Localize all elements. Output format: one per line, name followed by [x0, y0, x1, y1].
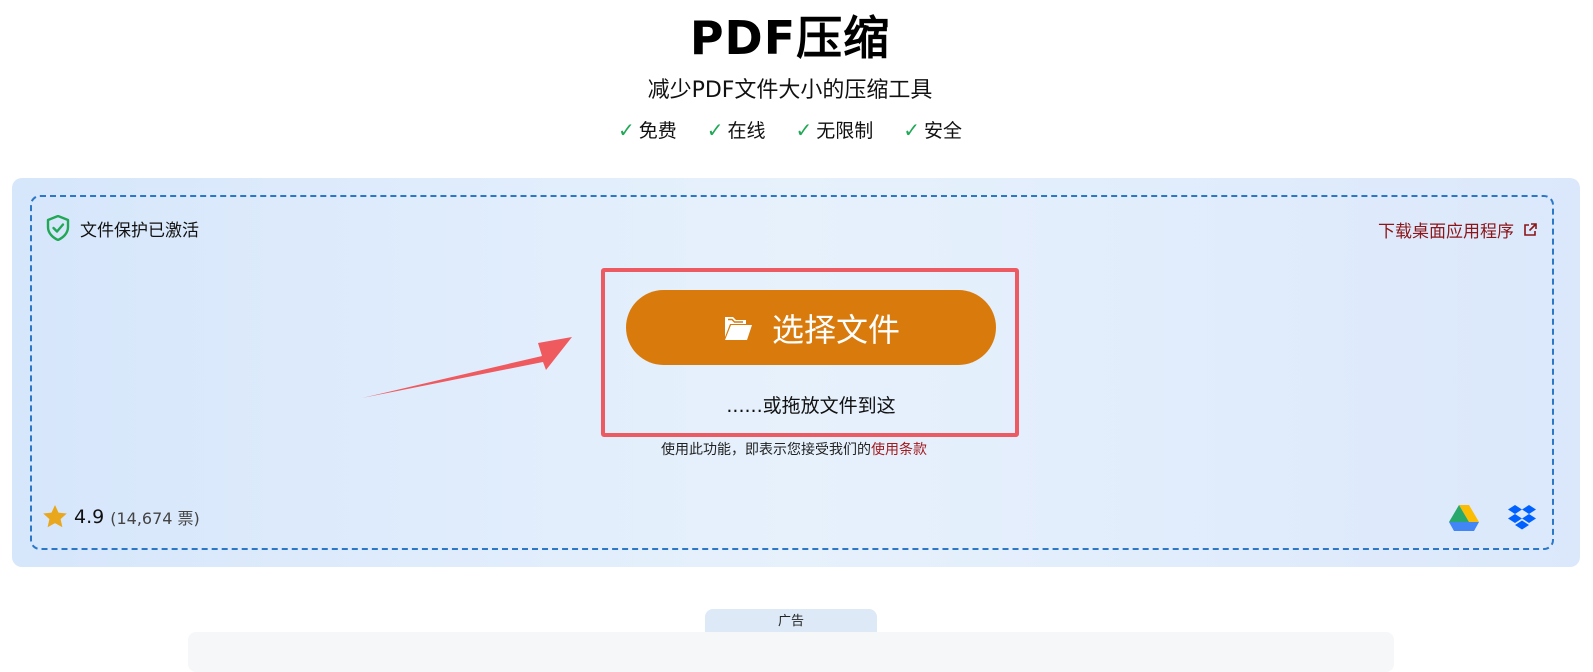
download-link-label: 下载桌面应用程序 [1378, 222, 1514, 242]
cloud-import-options [1448, 503, 1538, 533]
page-title: PDF压缩 [689, 11, 891, 65]
terms-prefix: 使用此功能，即表示您接受我们的 [661, 442, 871, 458]
external-link-icon [1524, 222, 1537, 236]
google-drive-icon[interactable] [1448, 504, 1480, 532]
open-folder-icon [724, 316, 752, 340]
star-icon [43, 505, 67, 528]
feature-item: ✓ 免费 [618, 116, 677, 143]
feature-list: ✓ 免费 ✓ 在线 ✓ 无限制 ✓ 安全 [0, 116, 1580, 143]
feature-label: 安全 [924, 120, 963, 142]
file-dropzone[interactable]: 文件保护已激活 下载桌面应用程序 选择文件 ......或拖放文件到这 使用此功… [30, 195, 1554, 550]
feature-item: ✓ 无限制 [796, 116, 874, 143]
rating: 4.9 (14,674 票) [42, 504, 200, 529]
ad-container [188, 632, 1394, 672]
shield-check-icon [46, 215, 70, 241]
rating-score: 4.9 [74, 505, 105, 528]
pointer-arrow [362, 337, 572, 398]
upload-panel: 文件保护已激活 下载桌面应用程序 选择文件 ......或拖放文件到这 使用此功… [12, 178, 1580, 567]
check-icon: ✓ [795, 117, 813, 142]
feature-label: 免费 [638, 120, 677, 142]
drop-hint: ......或拖放文件到这 [726, 395, 896, 417]
feature-label: 无限制 [816, 120, 874, 142]
check-icon: ✓ [617, 117, 635, 142]
feature-label: 在线 [727, 120, 766, 142]
feature-item: ✓ 安全 [903, 116, 962, 143]
feature-item: ✓ 在线 [707, 116, 766, 143]
terms-notice: 使用此功能，即表示您接受我们的使用条款 [32, 439, 1556, 459]
protection-label: 文件保护已激活 [80, 220, 199, 241]
file-protection-status: 文件保护已激活 [46, 215, 199, 241]
download-desktop-app-link[interactable]: 下载桌面应用程序 [1378, 217, 1538, 242]
check-icon: ✓ [706, 117, 724, 142]
dropbox-icon[interactable] [1506, 503, 1538, 533]
choose-file-label: 选择文件 [771, 310, 900, 349]
choose-file-button[interactable]: 选择文件 [626, 290, 996, 365]
page-subtitle: 减少PDF文件大小的压缩工具 [647, 78, 933, 103]
check-icon: ✓ [903, 117, 921, 142]
terms-link[interactable]: 使用条款 [871, 442, 927, 458]
rating-votes: (14,674 票) [110, 508, 200, 528]
